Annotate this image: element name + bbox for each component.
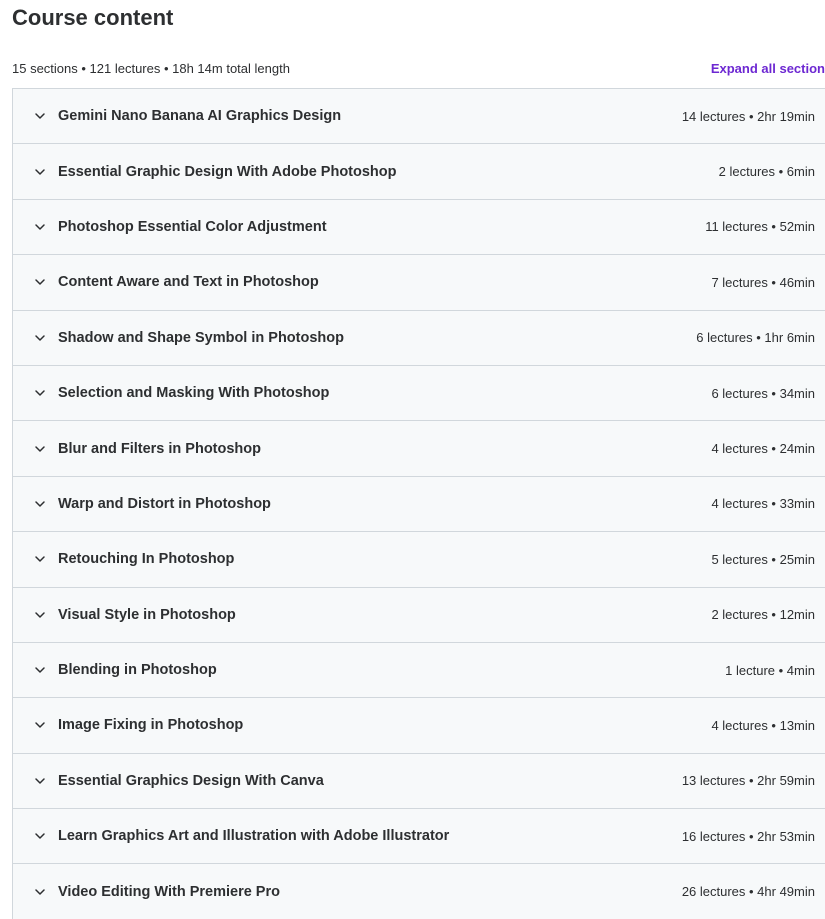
course-content-panel: Course content 15 sections • 121 lecture…	[0, 0, 825, 919]
section-meta: 13 lectures • 2hr 59min	[681, 773, 815, 789]
section-title: Photoshop Essential Color Adjustment	[58, 218, 327, 235]
section-meta: 11 lectures • 52min	[705, 219, 815, 235]
section-meta: 1 lecture • 4min	[725, 662, 815, 678]
section-title: Retouching In Photoshop	[58, 551, 235, 568]
section-title: Video Editing With Premiere Pro	[58, 883, 280, 900]
section-meta: 2 lectures • 12min	[711, 607, 815, 623]
section-row[interactable]: Essential Graphic Design With Adobe Phot…	[13, 144, 825, 200]
page-title: Course content	[12, 5, 174, 30]
section-title: Shadow and Shape Symbol in Photoshop	[58, 329, 344, 346]
chevron-down-icon[interactable]	[33, 165, 47, 179]
section-title: Content Aware and Text in Photoshop	[58, 274, 319, 291]
section-title: Essential Graphic Design With Adobe Phot…	[58, 163, 397, 180]
section-row[interactable]: Gemini Nano Banana AI Graphics Design 14 …	[13, 89, 825, 145]
chevron-down-icon[interactable]	[33, 663, 47, 677]
section-row[interactable]: Learn Graphics Art and Illustration with…	[13, 809, 825, 865]
section-meta: 16 lectures • 2hr 53min	[681, 828, 815, 844]
chevron-down-icon[interactable]	[33, 331, 47, 345]
chevron-down-icon[interactable]	[33, 275, 47, 289]
section-row[interactable]: Image Fixing in Photoshop 4 lectures • 13…	[13, 698, 825, 754]
section-row[interactable]: Warp and Distort in Photoshop 4 lectures …	[13, 476, 825, 533]
section-title: Visual Style in Photoshop	[58, 606, 236, 623]
section-title: Warp and Distort in Photoshop	[58, 495, 271, 512]
chevron-down-icon[interactable]	[33, 774, 47, 788]
section-meta: 4 lectures • 24min	[711, 441, 815, 457]
chevron-down-icon[interactable]	[33, 220, 47, 234]
section-row[interactable]: Blur and Filters in Photoshop 4 lectures …	[13, 421, 825, 477]
section-meta: 7 lectures • 46min	[711, 274, 815, 290]
section-row[interactable]: Video Editing With Premiere Pro 26 lectur…	[13, 864, 825, 919]
section-row[interactable]: Retouching In Photoshop 5 lectures • 25mi…	[13, 532, 825, 588]
chevron-down-icon[interactable]	[33, 386, 47, 400]
section-title: Selection and Masking With Photoshop	[58, 385, 330, 402]
section-meta: 4 lectures • 13min	[711, 717, 815, 733]
chevron-down-icon[interactable]	[33, 608, 47, 622]
section-title: Blur and Filters in Photoshop	[58, 440, 261, 457]
section-row[interactable]: Essential Graphics Design With Canva 13 l…	[13, 753, 825, 810]
section-meta: 14 lectures • 2hr 19min	[681, 108, 815, 124]
section-row[interactable]: Blending in Photoshop 1 lecture • 4min	[13, 642, 825, 699]
section-row[interactable]: Photoshop Essential Color Adjustment 11 l…	[13, 199, 825, 256]
section-title: Essential Graphics Design With Canva	[58, 772, 324, 789]
chevron-down-icon[interactable]	[33, 109, 47, 123]
section-title: Learn Graphics Art and Illustration with…	[58, 828, 450, 845]
summary-row: 15 sections • 121 lectures • 18h 14m tot…	[12, 58, 825, 78]
course-summary: 15 sections • 121 lectures • 18h 14m tot…	[12, 60, 290, 76]
section-meta: 6 lectures • 1hr 6min	[696, 330, 815, 346]
section-meta: 5 lectures • 25min	[711, 551, 815, 567]
section-title: Gemini Nano Banana AI Graphics Design	[58, 108, 342, 125]
chevron-down-icon[interactable]	[33, 497, 47, 511]
section-meta: 26 lectures • 4hr 49min	[681, 884, 815, 900]
chevron-down-icon[interactable]	[33, 552, 47, 566]
chevron-down-icon[interactable]	[33, 885, 47, 899]
section-title: Image Fixing in Photoshop	[58, 717, 244, 734]
section-row[interactable]: Visual Style in Photoshop 2 lectures • 12…	[13, 587, 825, 643]
section-meta: 4 lectures • 33min	[711, 496, 815, 512]
chevron-down-icon[interactable]	[33, 718, 47, 732]
chevron-down-icon[interactable]	[33, 829, 47, 843]
section-title: Blending in Photoshop	[58, 662, 217, 679]
section-meta: 6 lectures • 34min	[711, 385, 815, 401]
sections-list: Gemini Nano Banana AI Graphics Design 14 …	[12, 88, 825, 919]
section-row[interactable]: Content Aware and Text in Photoshop 7 lec…	[13, 255, 825, 311]
expand-all-sections-button[interactable]: Expand all section	[711, 61, 825, 76]
section-meta: 2 lectures • 6min	[718, 164, 815, 180]
chevron-down-icon[interactable]	[33, 442, 47, 456]
section-row[interactable]: Selection and Masking With Photoshop 6 le…	[13, 365, 825, 422]
section-row[interactable]: Shadow and Shape Symbol in Photoshop 6 le…	[13, 310, 825, 366]
